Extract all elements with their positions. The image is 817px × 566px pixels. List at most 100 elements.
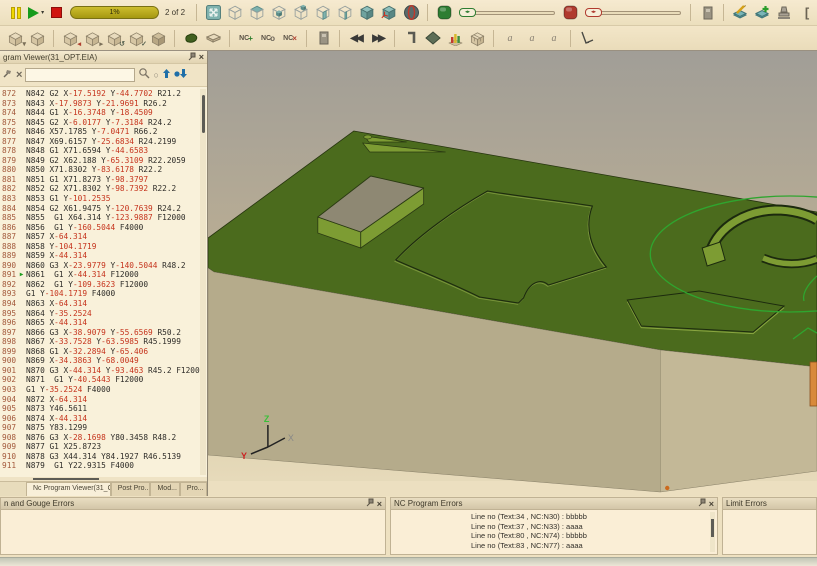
close-icon[interactable]: × [199, 53, 204, 61]
gcode-line[interactable]: 880N850 X71.8302 Y-83.6178 R22.2 [0, 165, 207, 175]
gcode-line[interactable]: 896N865 X-44.314 [0, 318, 207, 328]
gcode-line[interactable]: 884N854 G2 X61.9475 Y-120.7639 R24.2 [0, 204, 207, 214]
close-icon[interactable]: × [709, 500, 714, 508]
edit-annotation-button[interactable] [729, 2, 751, 24]
gcode-line[interactable]: 902N871 G1 Y-40.5443 F12000 [0, 375, 207, 385]
stock-transparency-slider[interactable]: ◂▸ [455, 2, 559, 24]
gcode-line[interactable]: 897N866 G3 X-38.9079 Y-55.6569 R50.2 [0, 328, 207, 338]
axis-vector-button[interactable] [576, 27, 598, 49]
gcode-line[interactable]: 872N842 G2 X-17.5192 Y-44.7702 R21.2 [0, 89, 207, 99]
gcode-line[interactable]: 906N874 X-44.314 [0, 414, 207, 424]
error-line[interactable]: Line no (Text:34 , NC:N30) : bbbbb [391, 512, 717, 522]
hscrollbar-thumb[interactable] [33, 478, 99, 480]
stop-button[interactable] [46, 2, 66, 24]
rewind-button[interactable]: ◀◀ [345, 27, 367, 49]
section-sphere-button[interactable] [400, 2, 422, 24]
view-cube-solid-button[interactable] [356, 2, 378, 24]
gcode-line[interactable]: 887N857 X-64.314 [0, 232, 207, 242]
chip-removal-button[interactable] [180, 27, 202, 49]
gcode-line[interactable]: 877N847 X69.6157 Y-25.6834 R24.2199 [0, 137, 207, 147]
export-program-button[interactable] [312, 27, 334, 49]
code-hscrollbar[interactable] [0, 477, 207, 481]
gcode-line[interactable]: 910N878 G3 X44.314 Y84.1927 R46.5139 [0, 452, 207, 462]
stock-refresh-button[interactable]: ↺ [103, 27, 125, 49]
gcode-line[interactable]: 879N849 G2 X62.188 Y-65.3109 R22.2059 [0, 156, 207, 166]
nc-cut-button[interactable]: NC× [279, 27, 301, 49]
gcode-line[interactable]: 900N869 X-34.3863 Y-68.0049 [0, 356, 207, 366]
view-cube-top-face-button[interactable] [246, 2, 268, 24]
stock-fixture-button[interactable]: ▸ [81, 27, 103, 49]
mesh-box-button[interactable] [466, 27, 488, 49]
stock-compare-button[interactable]: ✓ [125, 27, 147, 49]
add-annotation-button[interactable] [751, 2, 773, 24]
gcode-line[interactable]: 873N843 X-17.9873 Y-21.9691 R26.2 [0, 99, 207, 109]
fit-view-button[interactable] [202, 2, 224, 24]
gcode-line[interactable]: 894N863 X-64.314 [0, 299, 207, 309]
fast-forward-button[interactable]: ▶▶ [367, 27, 389, 49]
gcode-line[interactable]: 905N873 Y46.5611 [0, 404, 207, 414]
tool-hammer-icon[interactable] [2, 66, 13, 84]
gcode-line[interactable]: 882N852 G2 X71.8302 Y-98.7392 R22.2 [0, 184, 207, 194]
stock-solid-button[interactable] [26, 27, 48, 49]
errors-scrollbar[interactable] [710, 512, 715, 552]
panel-tab-2[interactable]: Mod... [150, 482, 179, 496]
view-cube-slice-button[interactable] [334, 2, 356, 24]
clip-frame-button[interactable]: [ [795, 2, 817, 24]
gcode-line[interactable]: 904N872 X-64.314 [0, 395, 207, 405]
view-cube-corner-button[interactable] [290, 2, 312, 24]
gcode-line[interactable]: 911N879 G1 Y22.9315 F4000 [0, 461, 207, 471]
gcode-line[interactable]: 881N851 G1 X71.8273 Y-98.3797 [0, 175, 207, 185]
view-cube-half-button[interactable] [312, 2, 334, 24]
gcode-line[interactable]: 908N876 G3 X-28.1698 Y80.3458 R48.2 [0, 433, 207, 443]
scrollbar-thumb[interactable] [711, 519, 714, 537]
gcode-line[interactable]: 885N855 G1 X64.314 Y-123.9887 F12000 [0, 213, 207, 223]
play-button[interactable]: ▾ [26, 2, 46, 24]
measure-point-button[interactable]: a [521, 27, 543, 49]
error-line[interactable]: Line no (Text:37 , NC:N33) : aaaa [391, 522, 717, 532]
tool-on-part-button[interactable] [422, 27, 444, 49]
stock-transparency-button[interactable] [433, 2, 455, 24]
gcode-line[interactable]: 901N870 G3 X-44.314 Y-93.463 R45.2 F1200… [0, 366, 207, 376]
gcode-line[interactable]: 886N856 G1 Y-160.5044 F4000 [0, 223, 207, 233]
result-chart-button[interactable] [444, 27, 466, 49]
scrollbar-thumb[interactable] [202, 95, 205, 133]
nc-time-button[interactable]: NCo [257, 27, 279, 49]
error-line[interactable]: Line no (Text:83 , NC:N77) : aaaa [391, 541, 717, 551]
clear-search-icon[interactable]: × [16, 71, 22, 79]
gcode-line[interactable]: 899N868 G1 X-32.2894 Y-65.406 [0, 347, 207, 357]
pin-icon[interactable] [366, 498, 374, 509]
search-input[interactable] [25, 68, 135, 82]
gcode-line[interactable]: 878N848 G1 X71.6594 Y-44.6583 [0, 146, 207, 156]
find-next-icon[interactable] [174, 66, 188, 84]
nc-add-button[interactable]: NC+ [235, 27, 257, 49]
gcode-line[interactable]: 907N875 Y83.1299 [0, 423, 207, 433]
gcode-line[interactable]: 874N844 G1 X-16.3748 Y-18.4509 [0, 108, 207, 118]
close-icon[interactable]: × [377, 500, 382, 508]
gcode-line[interactable]: 889N859 X-44.314 [0, 251, 207, 261]
stock-remove-button[interactable]: ◂ [59, 27, 81, 49]
pin-icon[interactable] [188, 52, 196, 63]
gcode-line[interactable]: 893G1 Y-104.1719 F4000 [0, 289, 207, 299]
gcode-line[interactable]: 876N846 X57.1785 Y-7.0471 R66.2 [0, 127, 207, 137]
measure-angle-button[interactable]: a [543, 27, 565, 49]
stock-block-button[interactable] [147, 27, 169, 49]
pause-button[interactable] [6, 2, 26, 24]
view-cube-axes-button[interactable] [378, 2, 400, 24]
gcode-line[interactable]: 909N877 G1 X25.8723 [0, 442, 207, 452]
gcode-line[interactable]: 891▶N861 G1 X-44.314 F12000 [0, 270, 207, 280]
gcode-line[interactable]: 903G1 Y-35.2524 F4000 [0, 385, 207, 395]
gcode-line[interactable]: 895N864 Y-35.2524 [0, 309, 207, 319]
error-line[interactable]: Line no (Text:80 , NC:N74) : bbbbb [391, 531, 717, 541]
panel-tab-3[interactable]: Pro... [180, 482, 207, 496]
gouge-errors-body[interactable] [0, 510, 386, 555]
panel-toggle-button[interactable] [696, 2, 718, 24]
tool-transparency-button[interactable] [559, 2, 581, 24]
stamp-tool-button[interactable] [773, 2, 795, 24]
pin-icon[interactable] [698, 498, 706, 509]
tool-holder-button[interactable] [400, 27, 422, 49]
nc-program-errors-body[interactable]: Line no (Text:34 , NC:N30) : bbbbbLine n… [390, 510, 718, 555]
gcode-listing[interactable]: 872N842 G2 X-17.5192 Y-44.7702 R21.2873N… [0, 87, 207, 477]
viewport-3d[interactable]: Z Y X [208, 51, 817, 496]
tool-transparency-slider[interactable]: ◂▸ [581, 2, 685, 24]
search-icon[interactable] [138, 66, 150, 84]
